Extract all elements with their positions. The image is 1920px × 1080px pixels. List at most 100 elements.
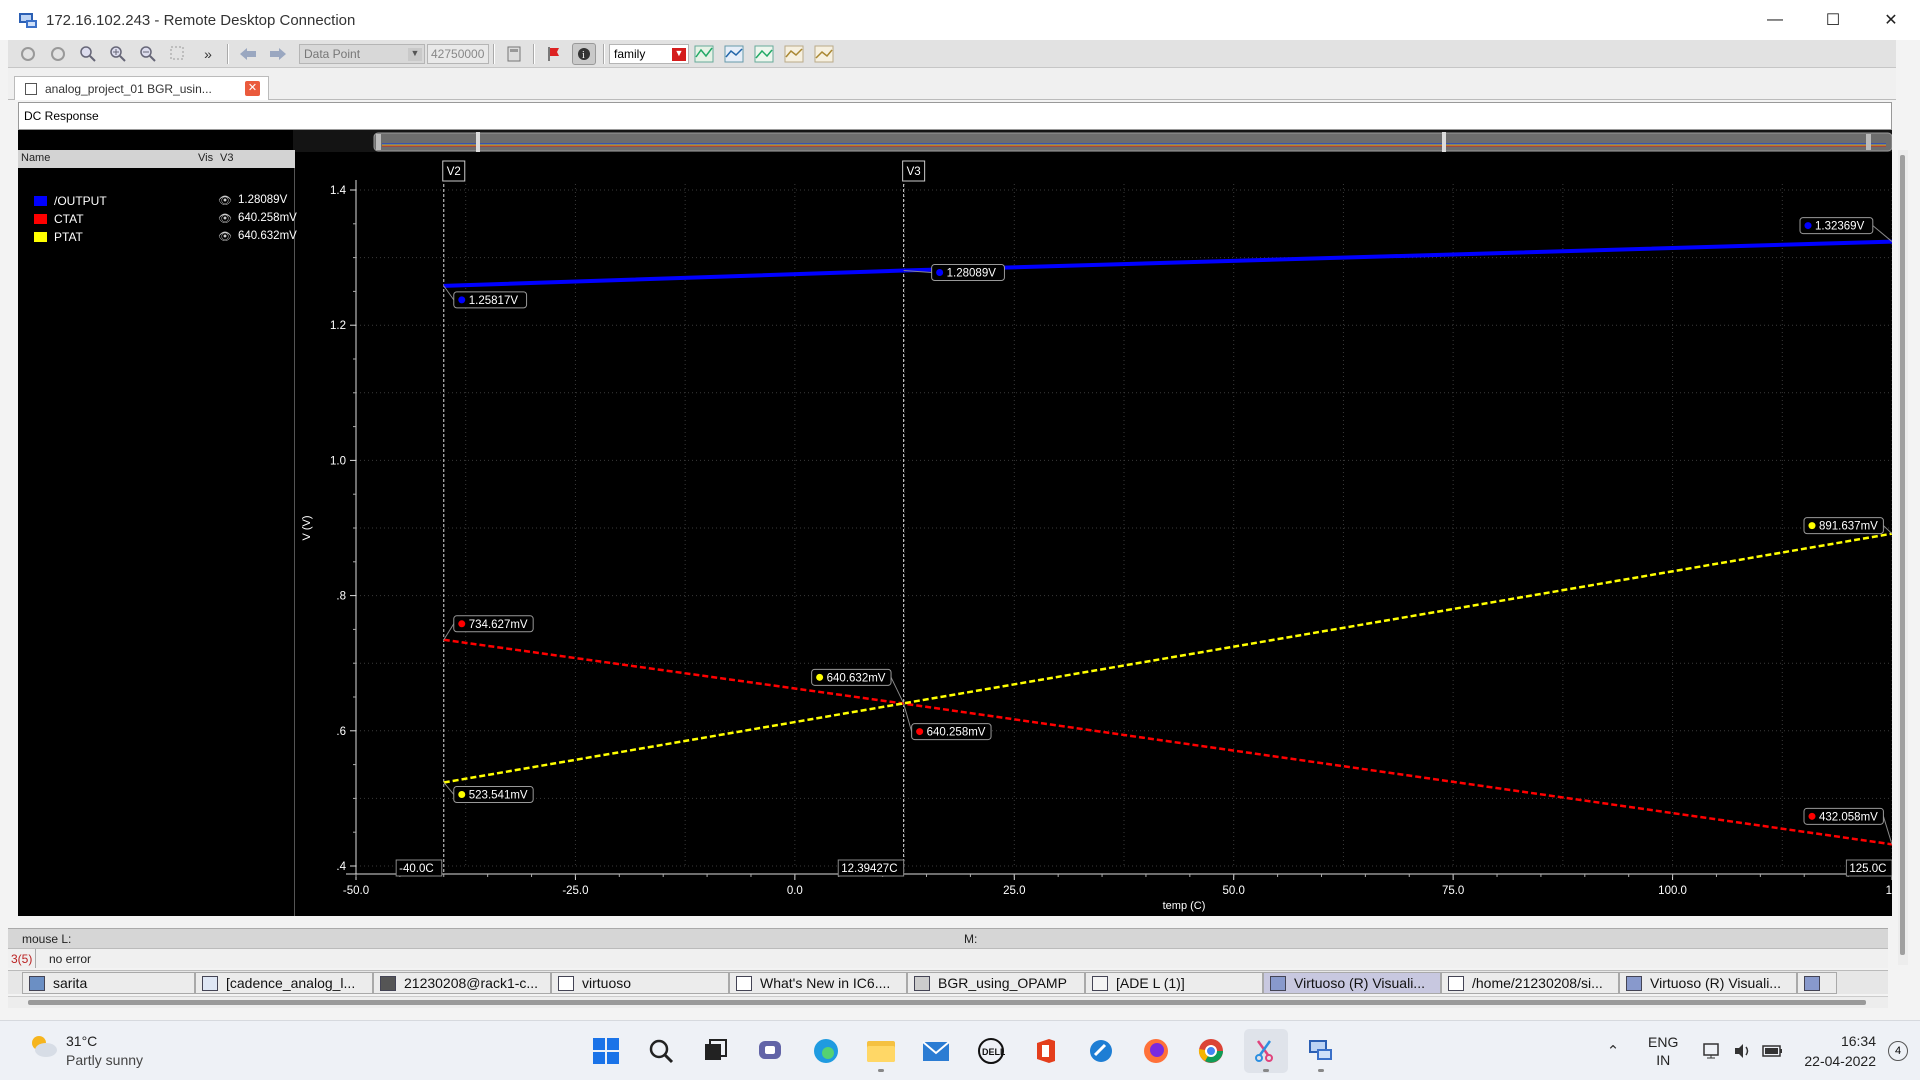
y-tick-label: 1.4	[330, 185, 347, 197]
y-axis-title: V (V)	[301, 515, 313, 540]
close-tab-icon[interactable]: ✕	[245, 81, 260, 96]
partly-sunny-icon	[28, 1033, 58, 1059]
more-tools-icon[interactable]: »	[196, 43, 220, 65]
overview-grip-right[interactable]	[1866, 134, 1871, 150]
volume-icon[interactable]	[1732, 1041, 1754, 1061]
annotation-dot	[458, 790, 466, 798]
zoom-out-icon[interactable]	[136, 43, 160, 65]
x-tick-label: 100.0	[1658, 885, 1687, 897]
tab-bgr-results[interactable]: analog_project_01 BGR_usin... ✕	[14, 76, 269, 100]
remote-task-virtuoso[interactable]: virtuoso	[551, 972, 729, 994]
series-line-ptat[interactable]	[443, 532, 1892, 784]
minimize-button[interactable]: —	[1746, 0, 1804, 40]
annotation-leader	[1883, 525, 1892, 535]
remote-task-home-path[interactable]: /home/21230208/si...	[1441, 972, 1619, 994]
dell-icon[interactable]: DELL	[969, 1029, 1013, 1073]
file-explorer-icon[interactable]	[859, 1029, 903, 1073]
series-line-output[interactable]	[443, 239, 1892, 288]
legend-row-output[interactable]: /OUTPUT 👁 1.28089V	[30, 193, 290, 209]
system-clock[interactable]: 16:34 22-04-2022	[1804, 1031, 1876, 1071]
remote-task-visualization[interactable]: Virtuoso (R) Visuali...	[1619, 972, 1797, 994]
dc-response-chart[interactable]: 1.4 1.2 1.0 .8 .6 .4 -50.0 -25.0 0.0 25.0 50.0 75.0…	[18, 130, 1892, 916]
scrollbar-thumb[interactable]	[1900, 155, 1905, 955]
refresh-icon[interactable]	[46, 43, 70, 65]
overview-grip-left[interactable]	[376, 134, 381, 150]
firefox-icon[interactable]	[1134, 1029, 1178, 1073]
forward-arrow-icon[interactable]	[266, 43, 290, 65]
network-icon[interactable]	[1702, 1041, 1724, 1061]
remote-task-ade-l[interactable]: [ADE L (1)]	[1085, 972, 1263, 994]
remote-task-overflow[interactable]	[1797, 972, 1837, 994]
remote-task-whats-new[interactable]: What's New in IC6....	[729, 972, 907, 994]
remote-task-visualization-active[interactable]: Virtuoso (R) Visuali...	[1263, 972, 1441, 994]
annotation-dot	[916, 728, 924, 736]
weather-widget[interactable]: 31°C Partly sunny	[28, 1033, 143, 1068]
eye-icon[interactable]: 👁	[218, 212, 232, 225]
new-tab-icon[interactable]	[812, 43, 836, 65]
battery-icon[interactable]	[1762, 1041, 1784, 1061]
series-line-ctat[interactable]	[443, 638, 1892, 846]
zoom-region-icon[interactable]	[166, 43, 190, 65]
overview-handle-left[interactable]	[476, 132, 480, 152]
chevron-down-icon: ▼	[408, 47, 422, 61]
command-count: 3(5)	[11, 952, 33, 966]
x-tick-label: 50.0	[1223, 885, 1245, 897]
start-icon[interactable]	[584, 1029, 628, 1073]
tab-label: analog_project_01 BGR_usin...	[45, 81, 212, 96]
flag-icon[interactable]	[542, 43, 566, 65]
close-button[interactable]: ✕	[1862, 0, 1920, 40]
status-message: no error	[49, 952, 92, 966]
append-chart-icon[interactable]	[722, 43, 746, 65]
annotation-label: 891.637mV	[1819, 521, 1878, 533]
remote-task-sarita[interactable]: sarita	[22, 972, 195, 994]
remote-task-bgr-schematic[interactable]: BGR_using_OPAMP	[907, 972, 1085, 994]
stop-icon[interactable]	[16, 43, 40, 65]
overview-handle-right[interactable]	[1442, 132, 1446, 152]
virtuoso-icon	[1448, 975, 1464, 991]
trace-name: PTAT	[54, 230, 83, 244]
zoom-in-icon[interactable]	[106, 43, 130, 65]
back-arrow-icon[interactable]	[236, 43, 260, 65]
teams-chat-icon[interactable]	[749, 1029, 793, 1073]
horizontal-scrollbar[interactable]	[8, 996, 1888, 1008]
remote-task-cadence-folder[interactable]: [cadence_analog_l...	[195, 972, 373, 994]
graph-title: DC Response	[24, 109, 99, 123]
chrome-icon[interactable]	[1189, 1029, 1233, 1073]
support-assist-icon[interactable]	[1079, 1029, 1123, 1073]
strip-chart-icon[interactable]	[692, 43, 716, 65]
schematic-icon	[25, 82, 37, 95]
legend-col-value: V3	[220, 152, 234, 164]
snipping-tool-icon[interactable]	[1244, 1029, 1288, 1073]
maximize-button[interactable]: ☐	[1804, 0, 1862, 40]
rdp-window-title: 172.16.102.243 - Remote Desktop Connecti…	[46, 11, 356, 29]
family-select[interactable]: family ▼	[609, 43, 689, 64]
edge-icon[interactable]	[804, 1029, 848, 1073]
language-indicator[interactable]: ENG IN	[1648, 1033, 1678, 1069]
eye-icon[interactable]: 👁	[218, 230, 232, 243]
graph-canvas[interactable]: 1.4 1.2 1.0 .8 .6 .4 -50.0 -25.0 0.0 25.0 50.0 75.0…	[18, 130, 1892, 916]
data-point-input[interactable]: 42750000	[427, 43, 489, 64]
chevron-up-icon[interactable]: ⌃	[1602, 1041, 1624, 1061]
zoom-fit-icon[interactable]	[76, 43, 100, 65]
office-icon[interactable]	[1024, 1029, 1068, 1073]
mail-icon[interactable]	[914, 1029, 958, 1073]
folder-icon	[202, 975, 218, 991]
x-tick-label: -25.0	[562, 885, 588, 897]
scrollbar-thumb[interactable]	[28, 1000, 1866, 1005]
legend-row-ptat[interactable]: PTAT 👁 640.632mV	[30, 229, 297, 245]
calculator-icon[interactable]	[502, 43, 526, 65]
new-window-icon[interactable]	[782, 43, 806, 65]
remote-desktop-icon[interactable]	[1299, 1029, 1343, 1073]
info-icon[interactable]: i	[572, 42, 596, 65]
remote-task-terminal[interactable]: 21230208@rack1-c...	[373, 972, 551, 994]
notification-badge[interactable]: 4	[1888, 1041, 1908, 1061]
overview-slider[interactable]	[373, 132, 1892, 152]
search-icon[interactable]	[639, 1029, 683, 1073]
task-view-icon[interactable]	[694, 1029, 738, 1073]
eye-icon[interactable]: 👁	[218, 194, 232, 207]
ade-icon	[1092, 975, 1108, 991]
marker-type-select[interactable]: Data Point ▼	[299, 43, 425, 64]
vertical-scrollbar[interactable]	[1898, 150, 1908, 965]
new-subwindow-icon[interactable]	[752, 43, 776, 65]
legend-row-ctat[interactable]: CTAT 👁 640.258mV	[30, 211, 297, 227]
